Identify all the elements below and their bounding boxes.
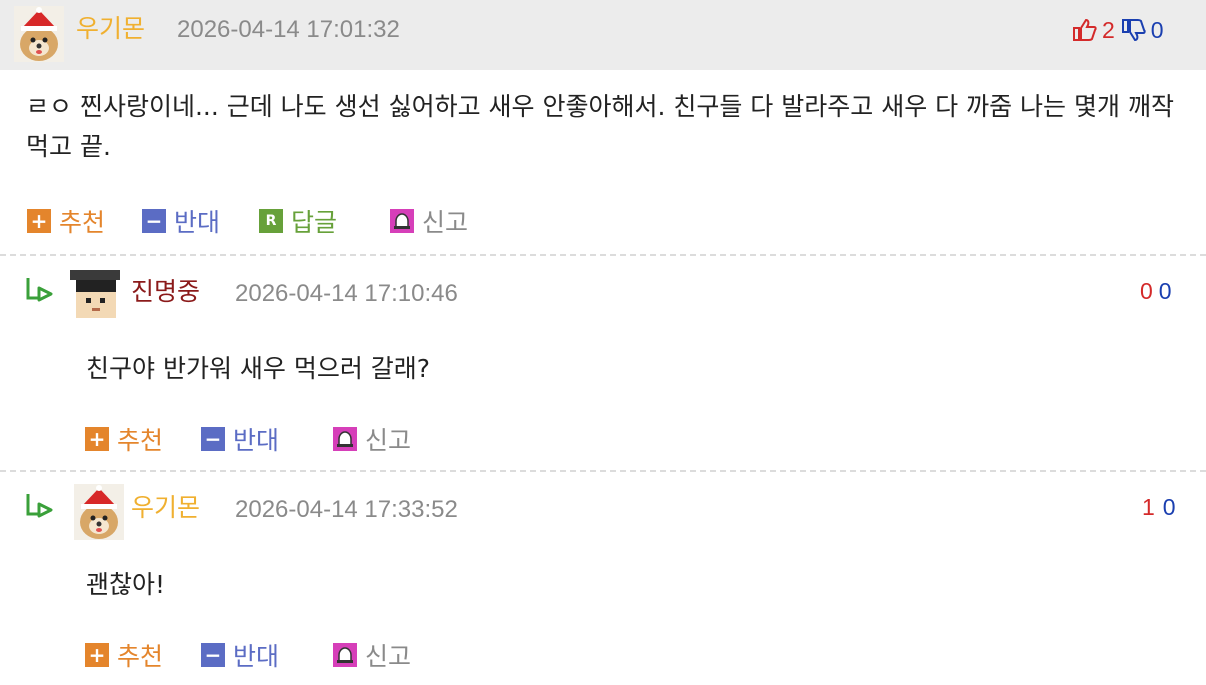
oppose-button[interactable]: − 반대 [201,421,279,457]
up-count: 0 [1140,278,1153,304]
report-button[interactable]: 신고 [390,203,468,239]
thumbs-up-icon[interactable] [1072,18,1098,42]
comment-date: 2026-04-14 17:01:32 [177,16,400,43]
nickname[interactable]: 우기몬 [76,14,145,44]
dog-avatar-icon [14,6,64,62]
user-avatar[interactable] [14,6,64,62]
plus-icon: + [27,209,51,233]
nickname-text[interactable]: 진명중 [131,277,200,306]
thumbs-down-icon[interactable] [1121,18,1147,42]
nickname[interactable]: 진명중 [131,277,200,307]
down-count: 0 [1162,494,1176,520]
reply-arrow-icon [25,276,57,306]
plus-icon: + [85,643,109,667]
report-button[interactable]: 신고 [333,637,411,673]
report-label: 신고 [365,642,412,671]
comment-date: 2026-04-14 17:10:46 [235,280,458,307]
recommend-label: 추천 [117,426,164,455]
comment-text: ㄹㅇ 찐사랑이네... 근데 나도 생선 싫어하고 새우 안좋아해서. 친구들 … [26,92,1174,161]
oppose-label: 반대 [233,426,280,455]
nickname[interactable]: 우기몬 [131,493,200,523]
siren-icon [333,427,357,451]
recommend-label: 추천 [117,642,164,671]
down-count: 0 [1158,278,1172,304]
user-avatar[interactable] [70,268,120,318]
oppose-button[interactable]: − 반대 [201,637,279,673]
oppose-button[interactable]: − 반대 [142,203,220,239]
report-label: 신고 [422,208,469,237]
nickname-text[interactable]: 우기몬 [76,14,145,43]
up-count: 1 [1142,494,1155,520]
comment-date: 2026-04-14 17:33:52 [235,496,458,523]
user-avatar[interactable] [74,484,124,540]
reply-arrow-icon [25,492,57,522]
reply-icon: R [259,209,283,233]
oppose-label: 반대 [174,208,221,237]
report-label: 신고 [365,426,412,455]
vote-counts: 10 [1142,492,1176,522]
recommend-button[interactable]: + 추천 [27,203,105,239]
report-button[interactable]: 신고 [333,421,411,457]
siren-icon [333,643,357,667]
recommend-button[interactable]: + 추천 [85,421,163,457]
up-count: 2 [1102,17,1115,43]
plus-icon: + [85,427,109,451]
comment-text: 괜찮아! [86,570,166,599]
graduate-avatar-icon [70,270,120,318]
vote-counts: 00 [1140,276,1172,306]
recommend-button[interactable]: + 추천 [85,637,163,673]
comment-divider [0,254,1206,256]
minus-icon: − [142,209,166,233]
siren-icon [390,209,414,233]
reply-button[interactable]: R 답글 [259,203,337,239]
vote-counts: 2 0 [1072,15,1164,45]
down-count: 0 [1150,17,1164,43]
reply-label: 답글 [291,208,338,237]
oppose-label: 반대 [233,642,280,671]
recommend-label: 추천 [59,208,106,237]
comment-divider [0,470,1206,472]
dog-avatar-icon [74,484,124,540]
comment-text: 친구야 반가워 새우 먹으러 갈래? [86,354,431,383]
minus-icon: − [201,643,225,667]
nickname-text[interactable]: 우기몬 [131,493,200,522]
minus-icon: − [201,427,225,451]
